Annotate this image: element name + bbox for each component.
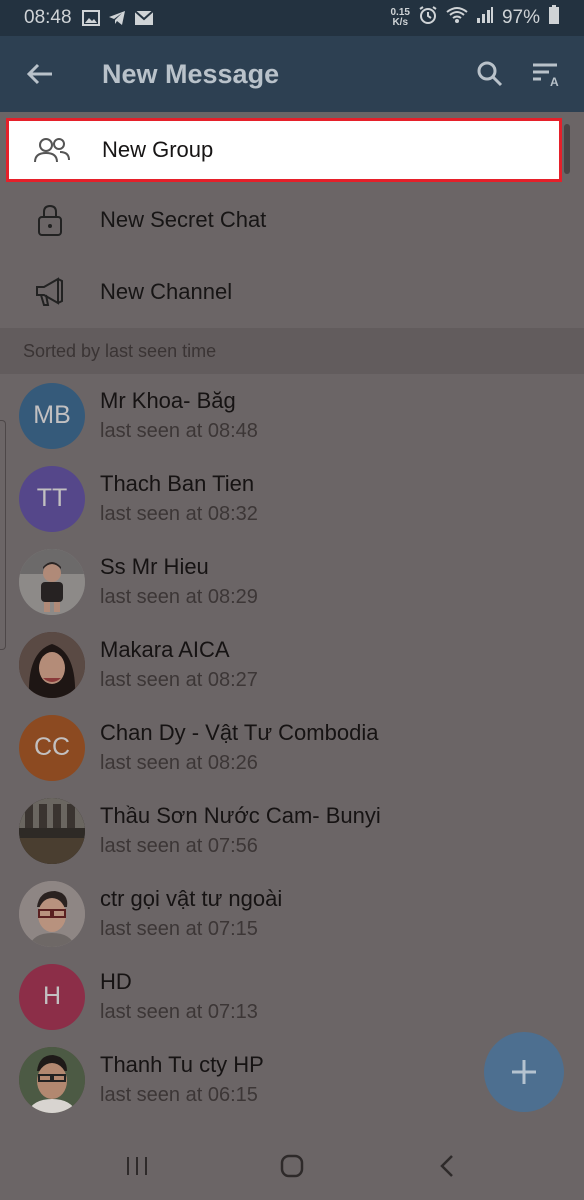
contact-status: last seen at 08:26 — [100, 752, 258, 774]
contact-name: Thầu Sơn Nước Cam- Bunyi — [100, 803, 381, 828]
avatar: TT — [19, 465, 85, 532]
search-button[interactable] — [462, 36, 518, 112]
system-nav-bar — [0, 1132, 584, 1200]
contact-row[interactable]: Ss Mr Hieu last seen at 08:29 — [0, 540, 584, 623]
megaphone-icon — [0, 277, 100, 307]
back-arrow-icon — [26, 63, 52, 85]
compose-fab[interactable] — [484, 1032, 564, 1112]
contact-row[interactable]: Makara AICA last seen at 08:27 — [0, 623, 584, 706]
group-icon — [9, 136, 94, 164]
sort-button[interactable]: A — [518, 36, 574, 112]
contact-status: last seen at 07:15 — [100, 918, 258, 940]
new-channel-item[interactable]: New Channel — [0, 256, 584, 328]
net-speed: 0.15 K/s — [391, 8, 410, 28]
page-title: New Message — [102, 58, 280, 89]
battery-percent: 97% — [501, 7, 540, 28]
contact-name: ctr gọi vật tư ngoài — [100, 886, 283, 911]
alarm-icon — [418, 5, 438, 31]
net-speed-unit: K/s — [392, 17, 409, 28]
chevron-left-icon — [439, 1155, 453, 1177]
signal-icon — [476, 6, 494, 30]
battery-icon — [548, 5, 560, 31]
avatar-photo — [19, 1046, 85, 1113]
avatar: MB — [19, 382, 85, 449]
sort-icon: A — [533, 63, 559, 87]
avatar: H — [19, 963, 85, 1030]
new-secret-chat-label: New Secret Chat — [100, 207, 267, 232]
contact-status: last seen at 08:27 — [100, 669, 258, 691]
contact-row[interactable]: TT Thach Ban Tien last seen at 08:32 — [0, 457, 584, 540]
avatar-photo — [19, 548, 85, 615]
contact-name: Makara AICA — [100, 637, 230, 662]
contact-row[interactable]: H HD last seen at 07:13 — [0, 955, 584, 1038]
telegram-icon — [108, 10, 126, 26]
avatar-photo — [19, 797, 85, 864]
lock-icon — [0, 203, 100, 237]
contact-status: last seen at 07:13 — [100, 1001, 258, 1023]
contact-status: last seen at 08:29 — [100, 586, 258, 608]
contact-status: last seen at 07:56 — [100, 835, 258, 857]
contact-row[interactable]: ctr gọi vật tư ngoài last seen at 07:15 — [0, 872, 584, 955]
contact-name: Chan Dy - Vật Tư Combodia — [100, 720, 379, 745]
home-button[interactable] — [262, 1136, 322, 1196]
avatar-photo — [19, 880, 85, 947]
contact-status: last seen at 08:32 — [100, 503, 258, 525]
app-bar: New Message A — [0, 36, 584, 112]
contact-name: Mr Khoa- Băg — [100, 388, 236, 413]
new-channel-label: New Channel — [100, 279, 233, 304]
new-secret-chat-item[interactable]: New Secret Chat — [0, 184, 584, 256]
contact-row[interactable]: Thầu Sơn Nước Cam- Bunyi last seen at 07:… — [0, 789, 584, 872]
contact-row[interactable]: CC Chan Dy - Vật Tư Combodia last seen at… — [0, 706, 584, 789]
back-button[interactable] — [0, 36, 80, 112]
new-group-item[interactable]: New Group — [6, 118, 562, 182]
gallery-icon — [81, 10, 100, 26]
svg-text:A: A — [550, 75, 559, 87]
contact-name: Thach Ban Tien — [100, 471, 255, 496]
back-nav-button[interactable] — [417, 1136, 477, 1196]
home-icon — [280, 1154, 304, 1178]
contact-name: Ss Mr Hieu — [100, 554, 209, 579]
section-header: Sorted by last seen time — [0, 328, 584, 374]
mail-icon — [133, 10, 154, 26]
plus-icon — [512, 1060, 536, 1084]
status-time: 08:48 — [24, 7, 72, 28]
search-icon — [477, 61, 503, 87]
avatar-photo — [19, 631, 85, 698]
new-actions-menu: New Group New Secret Chat New Channel — [0, 112, 584, 328]
status-bar: 08:48 0.15 K/s 97% — [0, 0, 584, 36]
contact-row[interactable]: MB Mr Khoa- Băg last seen at 08:48 — [0, 374, 584, 457]
contact-status: last seen at 06:15 — [100, 1084, 258, 1106]
recents-icon — [127, 1157, 148, 1175]
contact-status: last seen at 08:48 — [100, 420, 258, 442]
new-group-label: New Group — [102, 137, 214, 162]
avatar: CC — [19, 714, 85, 781]
wifi-icon — [446, 6, 468, 30]
recents-button[interactable] — [107, 1136, 167, 1196]
contact-name: Thanh Tu cty HP — [100, 1052, 264, 1077]
contact-name: HD — [100, 969, 132, 994]
